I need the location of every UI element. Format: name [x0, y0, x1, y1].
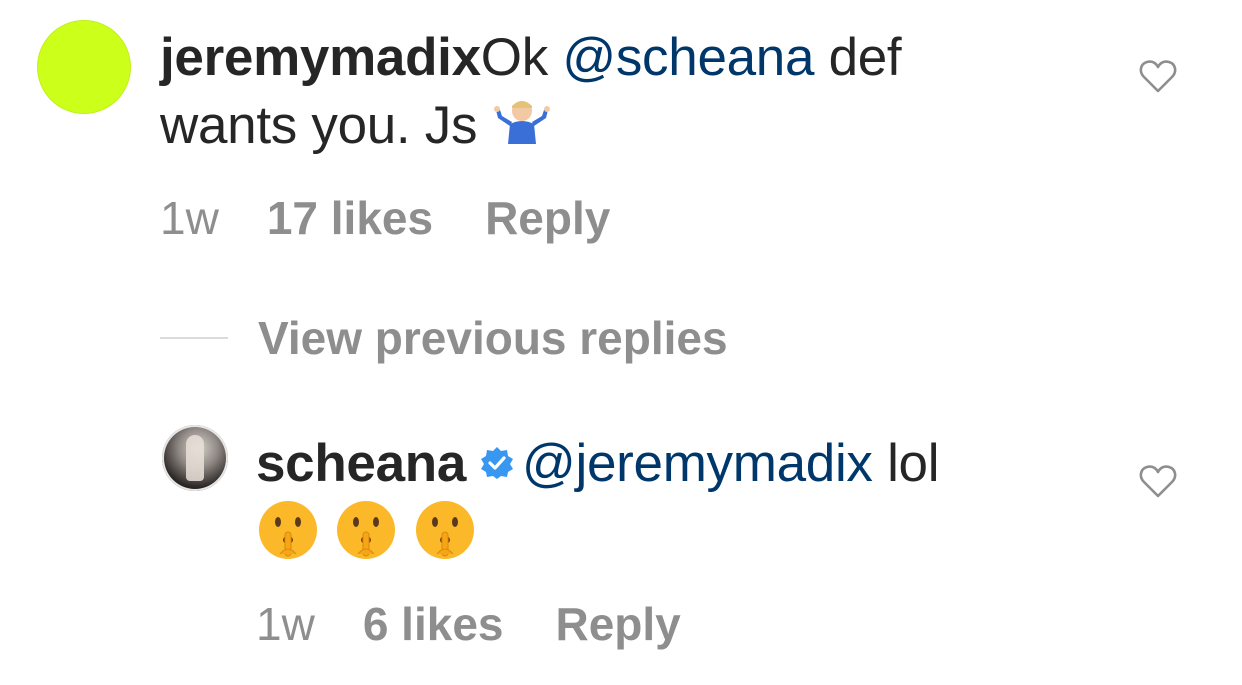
- comment-meta: 1w 17 likes Reply: [160, 190, 610, 246]
- heart-outline-icon[interactable]: [1138, 58, 1178, 94]
- comment-mention[interactable]: @scheana: [562, 28, 814, 87]
- reply-meta: 1w 6 likes Reply: [256, 596, 681, 652]
- comment-text-line2-body: wants you. Js: [160, 96, 492, 155]
- comment-likes[interactable]: 17 likes: [267, 190, 433, 246]
- shushing-face-emoji: [413, 498, 477, 579]
- shushing-face-emoji: [334, 498, 398, 579]
- comment-text-after-mention: def: [814, 28, 902, 87]
- avatar-scheana[interactable]: [162, 425, 228, 491]
- reply-text: scheana @jeremymadix lol: [256, 430, 940, 579]
- comment-text-line2: wants you. Js: [160, 92, 901, 163]
- reply-text-after-mention: lol: [872, 434, 940, 493]
- reply-username[interactable]: scheana: [256, 434, 466, 493]
- view-previous-replies-label[interactable]: View previous replies: [258, 311, 728, 365]
- comment-reply-button[interactable]: Reply: [485, 190, 610, 246]
- heart-outline-icon[interactable]: [1138, 463, 1178, 499]
- reply-likes[interactable]: 6 likes: [363, 596, 504, 652]
- divider-line: [160, 337, 228, 339]
- view-previous-replies[interactable]: View previous replies: [160, 310, 728, 366]
- verified-badge-icon: [481, 447, 514, 479]
- avatar-figure: [186, 435, 204, 481]
- shushing-face-emoji: [256, 498, 320, 579]
- comment-time: 1w: [160, 192, 219, 244]
- reply-reply-button[interactable]: Reply: [556, 596, 681, 652]
- comment-text: jeremymadixOk @scheana def wants you. Js: [160, 24, 902, 163]
- reply-mention[interactable]: @jeremymadix: [522, 434, 873, 493]
- shrug-emoji: [492, 95, 552, 163]
- reply-emojis: [256, 498, 939, 579]
- comment-text-before-mention: Ok: [480, 28, 563, 87]
- reply-time: 1w: [256, 598, 315, 650]
- avatar-jeremymadix[interactable]: [37, 20, 131, 114]
- comment-username[interactable]: jeremymadix: [160, 28, 481, 87]
